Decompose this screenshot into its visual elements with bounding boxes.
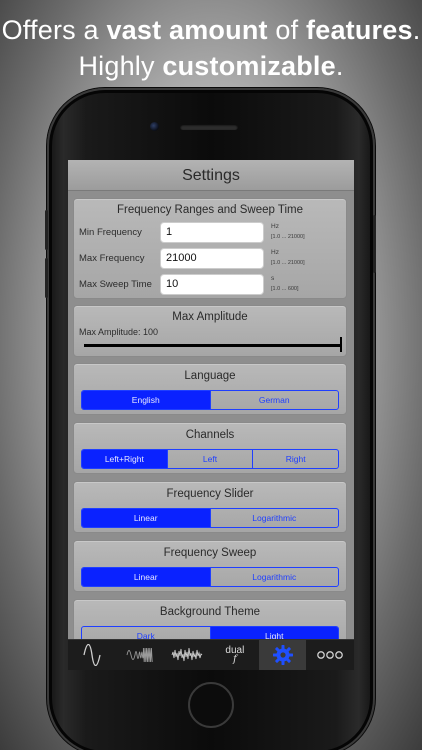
tab-dual[interactable]: dual f bbox=[211, 640, 259, 670]
frequency-sweep-card: Frequency Sweep Linear Logarithmic bbox=[73, 540, 347, 592]
segment-logarithmic[interactable]: Logarithmic bbox=[211, 509, 339, 527]
background-theme-segmented-control: Dark Light bbox=[81, 626, 339, 639]
max-amplitude-card: Max Amplitude Max Amplitude: 100 bbox=[73, 305, 347, 357]
earpiece-speaker bbox=[180, 124, 238, 130]
card-title: Frequency Slider bbox=[166, 488, 254, 500]
page-title: Settings bbox=[68, 160, 354, 191]
headline-text: . bbox=[335, 51, 344, 81]
frequency-slider-card: Frequency Slider Linear Logarithmic bbox=[73, 481, 347, 533]
home-button[interactable] bbox=[188, 682, 234, 728]
channels-segmented-control: Left+Right Left Right bbox=[81, 449, 339, 469]
headline-text: of bbox=[275, 15, 299, 45]
range-label: [1.0 ... 21000] bbox=[271, 260, 305, 266]
segment-german[interactable]: German bbox=[211, 391, 339, 409]
segment-linear[interactable]: Linear bbox=[82, 509, 211, 527]
frequency-ranges-card: Frequency Ranges and Sweep Time Min Freq… bbox=[73, 198, 347, 299]
language-card: Language English German bbox=[73, 363, 347, 415]
unit-label: s bbox=[271, 275, 275, 282]
tab-noise[interactable] bbox=[163, 640, 211, 670]
sine-wave-icon bbox=[83, 644, 101, 666]
frequency-slider-segmented-control: Linear Logarithmic bbox=[81, 508, 339, 528]
dual-frequency-icon: dual f bbox=[225, 646, 244, 665]
min-frequency-row: Min Frequency 1 Hz [1.0 ... 21000] bbox=[79, 222, 343, 244]
sweep-icon bbox=[126, 647, 153, 663]
channels-card: Channels Left+Right Left Right bbox=[73, 422, 347, 474]
unit-label: Hz bbox=[271, 223, 279, 230]
headline-bold: features bbox=[306, 15, 413, 45]
segment-light[interactable]: Light bbox=[210, 627, 338, 639]
language-segmented-control: English German bbox=[81, 390, 339, 410]
front-camera bbox=[150, 122, 159, 131]
side-button bbox=[45, 258, 48, 298]
field-label: Max Sweep Time bbox=[79, 279, 152, 290]
gear-icon bbox=[272, 645, 293, 665]
app-screen: Settings Frequency Ranges and Sweep Time… bbox=[68, 160, 354, 670]
tab-sweep[interactable] bbox=[116, 640, 164, 670]
card-title: Frequency Ranges and Sweep Time bbox=[116, 204, 304, 216]
max-sweep-time-input[interactable]: 10 bbox=[160, 274, 264, 295]
unit-label: Hz bbox=[271, 249, 279, 256]
promo-headline: Offers a vast amount of features. Highly… bbox=[0, 12, 422, 84]
segment-logarithmic[interactable]: Logarithmic bbox=[211, 568, 339, 586]
segment-left[interactable]: Left bbox=[168, 450, 254, 468]
amplitude-value-label: Max Amplitude: 100 bbox=[79, 327, 159, 337]
card-title: Language bbox=[184, 370, 236, 382]
card-title: Max Amplitude bbox=[172, 311, 248, 323]
amplitude-slider[interactable] bbox=[84, 344, 342, 347]
amplitude-slider-thumb[interactable] bbox=[340, 337, 342, 352]
field-label: Max Frequency bbox=[79, 253, 145, 264]
tab-sine[interactable] bbox=[68, 640, 116, 670]
promo-line-2: Highly customizable. bbox=[0, 48, 422, 84]
segment-left-right[interactable]: Left+Right bbox=[82, 450, 168, 468]
max-sweep-time-row: Max Sweep Time 10 s [1.0 ... 600] bbox=[79, 274, 343, 296]
segment-english[interactable]: English bbox=[82, 391, 211, 409]
promo-line-1: Offers a vast amount of features. bbox=[0, 12, 422, 48]
noise-icon bbox=[171, 647, 203, 662]
frequency-sweep-segmented-control: Linear Logarithmic bbox=[81, 567, 339, 587]
range-label: [1.0 ... 21000] bbox=[271, 234, 305, 240]
segment-linear[interactable]: Linear bbox=[82, 568, 211, 586]
card-title: Channels bbox=[185, 429, 235, 441]
settings-scroll[interactable]: Frequency Ranges and Sweep Time Min Freq… bbox=[68, 192, 354, 639]
headline-bold: vast amount bbox=[106, 15, 268, 45]
min-frequency-input[interactable]: 1 bbox=[160, 222, 264, 243]
headline-text: Highly bbox=[78, 51, 155, 81]
headline-text: Offers a bbox=[1, 15, 99, 45]
field-label: Min Frequency bbox=[79, 227, 142, 238]
tab-more[interactable] bbox=[306, 640, 354, 670]
max-frequency-input[interactable]: 21000 bbox=[160, 248, 264, 269]
segment-dark[interactable]: Dark bbox=[82, 627, 211, 639]
dual-symbol: f bbox=[232, 654, 237, 665]
side-button bbox=[45, 210, 48, 250]
card-title: Frequency Sweep bbox=[163, 547, 257, 559]
background-theme-card: Background Theme Dark Light bbox=[73, 599, 347, 639]
tab-settings[interactable] bbox=[258, 640, 307, 670]
headline-bold: customizable bbox=[162, 51, 336, 81]
max-frequency-row: Max Frequency 21000 Hz [1.0 ... 21000] bbox=[79, 248, 343, 270]
side-button bbox=[373, 215, 376, 273]
range-label: [1.0 ... 600] bbox=[271, 286, 299, 292]
card-title: Background Theme bbox=[159, 606, 261, 618]
segment-right[interactable]: Right bbox=[253, 450, 338, 468]
tab-bar: dual f bbox=[68, 639, 354, 670]
more-icon bbox=[317, 651, 344, 659]
headline-text: . bbox=[412, 15, 421, 45]
